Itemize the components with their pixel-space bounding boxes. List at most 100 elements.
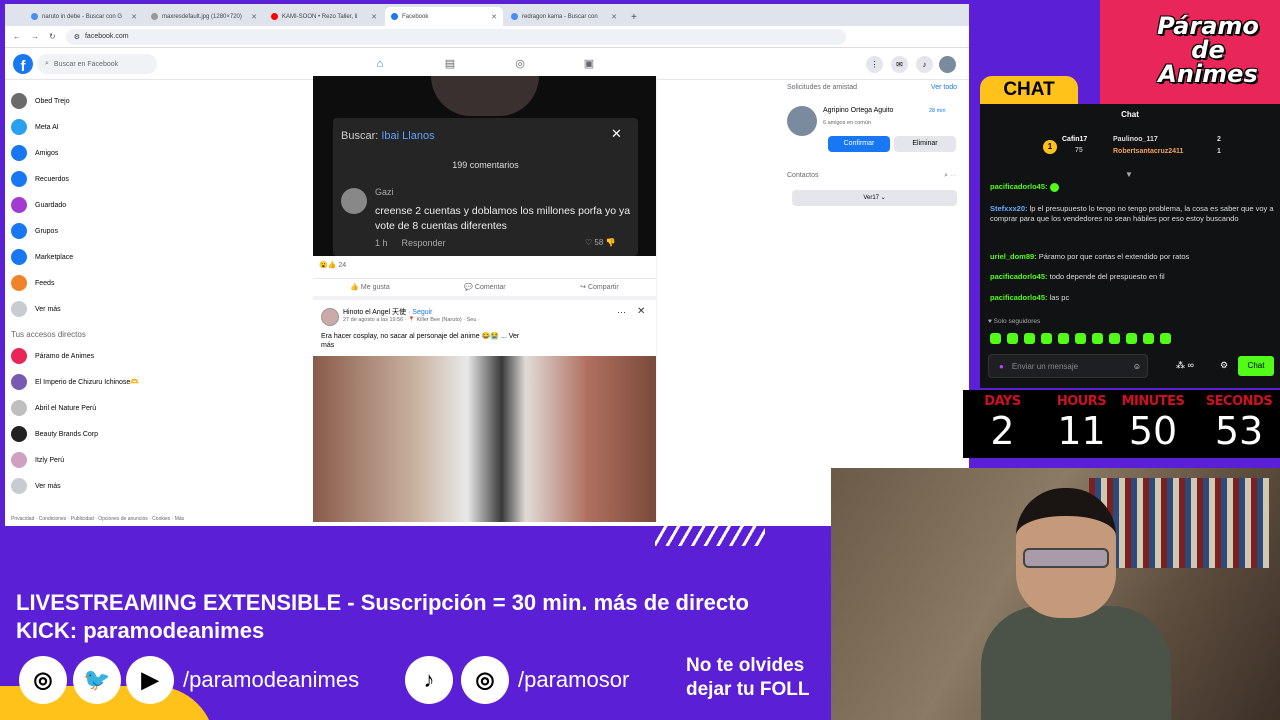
back-icon[interactable]: ← [13,32,21,41]
friend-request-name[interactable]: Agripino Ortega Aguito [823,107,893,114]
reaction-count[interactable]: 😮👍 24 [319,261,346,269]
sidebar-item-icon [11,197,27,213]
days-value: 2 [990,409,1015,453]
close-tab-icon[interactable]: ✕ [491,13,497,21]
chat-username[interactable]: Stefxxx20: [990,204,1028,213]
delete-button[interactable]: Eliminar [894,136,956,152]
follow-link[interactable]: · Seguir [408,309,433,316]
minutes-value: 50 [1128,409,1178,453]
sidebar-item[interactable]: Beauty Brands Corp [11,421,211,447]
post-action-button[interactable]: 👍 Me gusta [350,283,389,291]
sidebar-item[interactable]: Páramo de Animes [11,343,211,369]
sidebar-item[interactable]: Itzly Perú [11,447,211,473]
reload-icon[interactable]: ↻ [49,32,56,41]
friend-request-avatar[interactable] [787,106,817,136]
close-tab-icon[interactable]: ✕ [611,13,617,21]
comments-count: 199 comentarios [452,160,519,170]
chat-username[interactable]: pacificadorlo45: [990,293,1048,302]
sidebar-item-label: Ver más [35,482,61,490]
browser-tab[interactable]: naruto in debe - Buscar con G ✕ [25,7,143,26]
heart-icon: ♡ [585,238,593,247]
emoji-icon[interactable]: ☺ [1133,362,1141,371]
profile-avatar[interactable] [939,56,956,73]
footer-links[interactable]: Privacidad · Condiciones · Publicidad · … [11,516,184,522]
emote-row[interactable] [990,333,1171,344]
chat-text: las pc [1049,293,1070,302]
chat-send-button[interactable]: Chat [1238,356,1274,376]
brand-logo: Páramo de Animes [1157,12,1259,88]
seconds-value: 53 [1214,409,1264,453]
search-term[interactable]: Ibai Llanos [381,130,434,142]
sidebar-item[interactable]: Marketplace [11,244,211,270]
contacts-dropdown[interactable]: Ver17 ⌄ [792,190,957,206]
chat-username[interactable]: pacificadorlo45: [990,272,1048,281]
leader-badge-icon: 1 [1043,140,1057,154]
sidebar-item[interactable]: Ver más [11,473,211,499]
sidebar-item[interactable]: Feeds [11,270,211,296]
close-icon[interactable]: ✕ [637,306,645,317]
close-tab-icon[interactable]: ✕ [371,13,377,21]
comment-text: creense 2 cuentas y doblamos los millone… [375,205,631,232]
browser-tab[interactable]: maxresdefault.jpg (1280×720) ✕ [145,7,263,26]
video-player[interactable]: Buscar: Ibai Llanos ✕ 199 comentarios Ga… [313,76,656,256]
browser-tab[interactable]: KAMI-SOON • Rezo Taller, li ✕ [265,7,383,26]
menu-grid-icon[interactable]: ⋮ [866,56,883,73]
sidebar-item[interactable]: Amigos [11,140,211,166]
forward-icon[interactable]: → [31,32,39,41]
more-options-icon[interactable]: ⋯ [617,307,626,318]
mic-icon[interactable]: ● [999,362,1004,371]
chat-input[interactable]: ● Enviar un mensaje ☺ [988,354,1148,378]
sidebar-item[interactable]: Abril el Nature Perú [11,395,211,421]
reply-link[interactable]: Responder [402,238,446,248]
sidebar-item[interactable]: Obed Trejo [11,88,211,114]
video-frame-person [431,76,539,116]
see-all-link[interactable]: Ver todo [931,84,957,91]
post-author-avatar[interactable] [321,308,339,326]
close-tab-icon[interactable]: ✕ [251,13,257,21]
search-prefix: Buscar: [341,130,379,142]
notifications-icon[interactable]: ♪ [916,56,933,73]
new-tab-icon[interactable]: + [625,12,643,26]
expand-chevron-icon[interactable]: ▼ [1125,170,1133,179]
home-icon[interactable]: ⌂ [373,57,387,71]
sidebar-item[interactable]: Ver más [11,296,211,322]
sidebar-item[interactable]: El Imperio de Chizuru Ichinose🫶 [11,369,211,395]
leader-3-name[interactable]: Robertsantacruz2411 [1113,148,1183,155]
sidebar-item-label: Ver más [35,305,61,313]
messenger-icon[interactable]: ✉ [891,56,908,73]
comment-likes[interactable]: ♡ 58 👎 [585,238,616,247]
friend-requests-header: Solicitudes de amistad Ver todo [787,84,957,91]
gaming-icon[interactable]: ▣ [582,57,596,71]
commenter-avatar[interactable] [341,188,367,214]
close-tab-icon[interactable]: ✕ [131,13,137,21]
commenter-name[interactable]: Gazi [375,187,394,197]
post-author-name[interactable]: Hinoto el Angel 天使 [343,309,406,316]
post-action-button[interactable]: ↪ Compartir [580,283,619,291]
sidebar-item[interactable]: Grupos [11,218,211,244]
url-field[interactable]: ⚙ facebook.com [65,28,846,45]
post-image[interactable] [313,356,656,522]
post-action-button[interactable]: 💬 Comentar [464,283,505,291]
chat-username[interactable]: uriel_dom89: [990,252,1037,261]
chat-username[interactable]: pacificadorlo45: [990,182,1048,191]
groups-icon[interactable]: ◎ [513,57,527,71]
site-info-icon[interactable]: ⚙ [74,33,80,41]
sidebar-item[interactable]: Recuerdos [11,166,211,192]
sidebar-item[interactable]: Meta AI [11,114,211,140]
banner-line-2: KICK: paramodeanimes [16,618,265,643]
facebook-search-input[interactable]: ⌕ Buscar en Facebook [37,54,157,74]
leader-1-name[interactable]: Cafin17 [1062,136,1087,143]
points-display[interactable]: ⁂ ∞ [1176,360,1194,371]
sidebar-item-label: Páramo de Animes [35,352,95,360]
confirm-button[interactable]: Confirmar [828,136,890,152]
browser-tab[interactable]: redragon kama - Buscar con ✕ [505,7,623,26]
sidebar-item[interactable]: Guardado [11,192,211,218]
post-author[interactable]: Hinoto el Angel 天使 · Seguir [343,307,433,317]
gear-icon[interactable]: ⚙ [1220,360,1228,371]
facebook-logo-icon[interactable]: f [13,54,33,74]
leader-2-name[interactable]: Paulinoo_117 [1113,136,1158,143]
browser-tab[interactable]: Facebook ✕ [385,7,503,26]
contacts-tools[interactable]: ⌕ ⋯ [944,172,957,180]
marketplace-icon[interactable]: ▤ [443,57,457,71]
close-icon[interactable]: ✕ [611,126,622,142]
